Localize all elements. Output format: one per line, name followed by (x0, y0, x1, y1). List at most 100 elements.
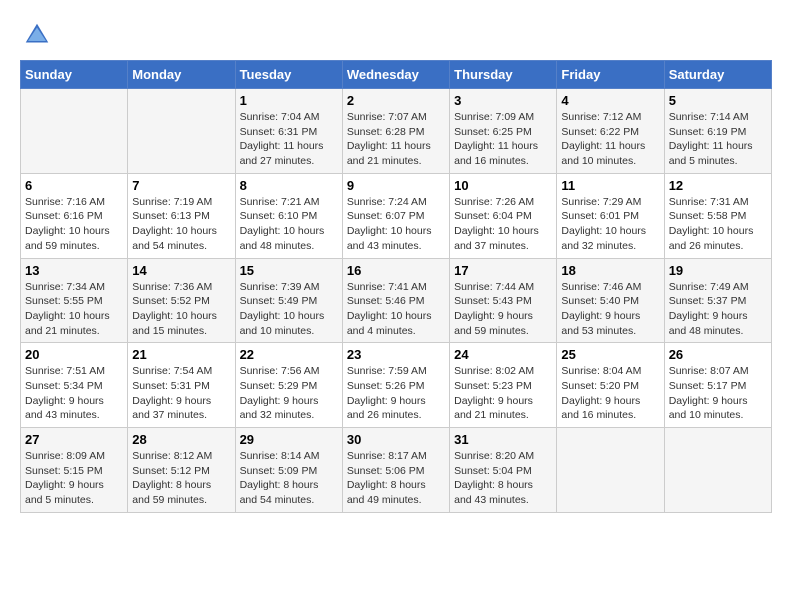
week-row-4: 20 Sunrise: 7:51 AM Sunset: 5:34 PM Dayli… (21, 343, 772, 428)
day-number: 18 (561, 263, 659, 278)
day-cell: 22 Sunrise: 7:56 AM Sunset: 5:29 PM Dayli… (235, 343, 342, 428)
day-cell: 11 Sunrise: 7:29 AM Sunset: 6:01 PM Dayli… (557, 173, 664, 258)
day-detail: Sunrise: 7:16 AM Sunset: 6:16 PM Dayligh… (25, 195, 123, 254)
day-number: 22 (240, 347, 338, 362)
day-detail: Sunrise: 7:29 AM Sunset: 6:01 PM Dayligh… (561, 195, 659, 254)
day-number: 14 (132, 263, 230, 278)
day-cell: 24Sunrise: 8:02 AM Sunset: 5:23 PM Dayli… (450, 343, 557, 428)
day-detail: Sunrise: 8:09 AM Sunset: 5:15 PM Dayligh… (25, 449, 123, 508)
day-cell: 17 Sunrise: 7:44 AM Sunset: 5:43 PM Dayli… (450, 258, 557, 343)
day-number: 15 (240, 263, 338, 278)
day-number: 27 (25, 432, 123, 447)
day-cell (664, 428, 771, 513)
day-number: 26 (669, 347, 767, 362)
day-number: 25 (561, 347, 659, 362)
day-detail: Sunrise: 7:24 AM Sunset: 6:07 PM Dayligh… (347, 195, 445, 254)
day-number: 12 (669, 178, 767, 193)
day-cell: 1 Sunrise: 7:04 AM Sunset: 6:31 PM Daylig… (235, 89, 342, 174)
day-number: 4 (561, 93, 659, 108)
col-header-tuesday: Tuesday (235, 61, 342, 89)
day-number: 7 (132, 178, 230, 193)
day-detail: Sunrise: 7:31 AM Sunset: 5:58 PM Dayligh… (669, 195, 767, 254)
day-detail: Sunrise: 7:34 AM Sunset: 5:55 PM Dayligh… (25, 280, 123, 339)
day-number: 30 (347, 432, 445, 447)
day-detail: Sunrise: 7:19 AM Sunset: 6:13 PM Dayligh… (132, 195, 230, 254)
day-cell: 28Sunrise: 8:12 AM Sunset: 5:12 PM Dayli… (128, 428, 235, 513)
day-cell: 26 Sunrise: 8:07 AM Sunset: 5:17 PM Dayli… (664, 343, 771, 428)
col-header-wednesday: Wednesday (342, 61, 449, 89)
day-detail: Sunrise: 7:56 AM Sunset: 5:29 PM Dayligh… (240, 364, 338, 423)
day-number: 3 (454, 93, 552, 108)
day-number: 19 (669, 263, 767, 278)
day-number: 17 (454, 263, 552, 278)
day-detail: Sunrise: 8:17 AM Sunset: 5:06 PM Dayligh… (347, 449, 445, 508)
day-cell (557, 428, 664, 513)
week-row-5: 27 Sunrise: 8:09 AM Sunset: 5:15 PM Dayli… (21, 428, 772, 513)
day-number: 20 (25, 347, 123, 362)
day-detail: Sunrise: 8:12 AM Sunset: 5:12 PM Dayligh… (132, 449, 230, 508)
day-cell (128, 89, 235, 174)
day-detail: Sunrise: 7:44 AM Sunset: 5:43 PM Dayligh… (454, 280, 552, 339)
week-row-1: 1 Sunrise: 7:04 AM Sunset: 6:31 PM Daylig… (21, 89, 772, 174)
day-cell: 7 Sunrise: 7:19 AM Sunset: 6:13 PM Daylig… (128, 173, 235, 258)
day-number: 21 (132, 347, 230, 362)
day-detail: Sunrise: 8:14 AM Sunset: 5:09 PM Dayligh… (240, 449, 338, 508)
day-number: 11 (561, 178, 659, 193)
day-cell: 13 Sunrise: 7:34 AM Sunset: 5:55 PM Dayli… (21, 258, 128, 343)
day-detail: Sunrise: 7:26 AM Sunset: 6:04 PM Dayligh… (454, 195, 552, 254)
day-detail: Sunrise: 8:04 AM Sunset: 5:20 PM Dayligh… (561, 364, 659, 423)
day-detail: Sunrise: 7:41 AM Sunset: 5:46 PM Dayligh… (347, 280, 445, 339)
day-cell: 18 Sunrise: 7:46 AM Sunset: 5:40 PM Dayli… (557, 258, 664, 343)
day-detail: Sunrise: 7:46 AM Sunset: 5:40 PM Dayligh… (561, 280, 659, 339)
day-number: 16 (347, 263, 445, 278)
day-number: 23 (347, 347, 445, 362)
day-number: 9 (347, 178, 445, 193)
col-header-friday: Friday (557, 61, 664, 89)
day-cell: 29 Sunrise: 8:14 AM Sunset: 5:09 PM Dayli… (235, 428, 342, 513)
day-cell: 16 Sunrise: 7:41 AM Sunset: 5:46 PM Dayli… (342, 258, 449, 343)
calendar-table: SundayMondayTuesdayWednesdayThursdayFrid… (20, 60, 772, 513)
day-cell: 12 Sunrise: 7:31 AM Sunset: 5:58 PM Dayli… (664, 173, 771, 258)
day-detail: Sunrise: 7:54 AM Sunset: 5:31 PM Dayligh… (132, 364, 230, 423)
col-header-saturday: Saturday (664, 61, 771, 89)
day-detail: Sunrise: 7:39 AM Sunset: 5:49 PM Dayligh… (240, 280, 338, 339)
day-cell: 23 Sunrise: 7:59 AM Sunset: 5:26 PM Dayli… (342, 343, 449, 428)
page-header (20, 20, 772, 50)
logo-icon (22, 20, 52, 50)
day-detail: Sunrise: 7:51 AM Sunset: 5:34 PM Dayligh… (25, 364, 123, 423)
day-detail: Sunrise: 7:09 AM Sunset: 6:25 PM Dayligh… (454, 110, 552, 169)
day-detail: Sunrise: 7:59 AM Sunset: 5:26 PM Dayligh… (347, 364, 445, 423)
day-cell: 4 Sunrise: 7:12 AM Sunset: 6:22 PM Daylig… (557, 89, 664, 174)
col-header-sunday: Sunday (21, 61, 128, 89)
day-detail: Sunrise: 7:04 AM Sunset: 6:31 PM Dayligh… (240, 110, 338, 169)
day-number: 13 (25, 263, 123, 278)
day-number: 24 (454, 347, 552, 362)
day-number: 10 (454, 178, 552, 193)
col-header-monday: Monday (128, 61, 235, 89)
day-number: 31 (454, 432, 552, 447)
day-cell: 10 Sunrise: 7:26 AM Sunset: 6:04 PM Dayli… (450, 173, 557, 258)
day-cell: 8Sunrise: 7:21 AM Sunset: 6:10 PM Daylig… (235, 173, 342, 258)
day-cell: 6 Sunrise: 7:16 AM Sunset: 6:16 PM Daylig… (21, 173, 128, 258)
day-detail: Sunrise: 7:49 AM Sunset: 5:37 PM Dayligh… (669, 280, 767, 339)
day-cell: 20 Sunrise: 7:51 AM Sunset: 5:34 PM Dayli… (21, 343, 128, 428)
day-detail: Sunrise: 7:12 AM Sunset: 6:22 PM Dayligh… (561, 110, 659, 169)
day-detail: Sunrise: 7:14 AM Sunset: 6:19 PM Dayligh… (669, 110, 767, 169)
day-number: 5 (669, 93, 767, 108)
day-detail: Sunrise: 8:20 AM Sunset: 5:04 PM Dayligh… (454, 449, 552, 508)
day-detail: Sunrise: 8:07 AM Sunset: 5:17 PM Dayligh… (669, 364, 767, 423)
day-cell: 9 Sunrise: 7:24 AM Sunset: 6:07 PM Daylig… (342, 173, 449, 258)
day-cell: 25 Sunrise: 8:04 AM Sunset: 5:20 PM Dayli… (557, 343, 664, 428)
day-cell: 19 Sunrise: 7:49 AM Sunset: 5:37 PM Dayli… (664, 258, 771, 343)
day-cell (21, 89, 128, 174)
day-number: 6 (25, 178, 123, 193)
day-detail: Sunrise: 7:36 AM Sunset: 5:52 PM Dayligh… (132, 280, 230, 339)
day-cell: 14 Sunrise: 7:36 AM Sunset: 5:52 PM Dayli… (128, 258, 235, 343)
day-cell: 15 Sunrise: 7:39 AM Sunset: 5:49 PM Dayli… (235, 258, 342, 343)
day-number: 2 (347, 93, 445, 108)
day-cell: 2Sunrise: 7:07 AM Sunset: 6:28 PM Daylig… (342, 89, 449, 174)
day-cell: 30 Sunrise: 8:17 AM Sunset: 5:06 PM Dayli… (342, 428, 449, 513)
day-number: 1 (240, 93, 338, 108)
day-number: 29 (240, 432, 338, 447)
day-cell: 3 Sunrise: 7:09 AM Sunset: 6:25 PM Daylig… (450, 89, 557, 174)
